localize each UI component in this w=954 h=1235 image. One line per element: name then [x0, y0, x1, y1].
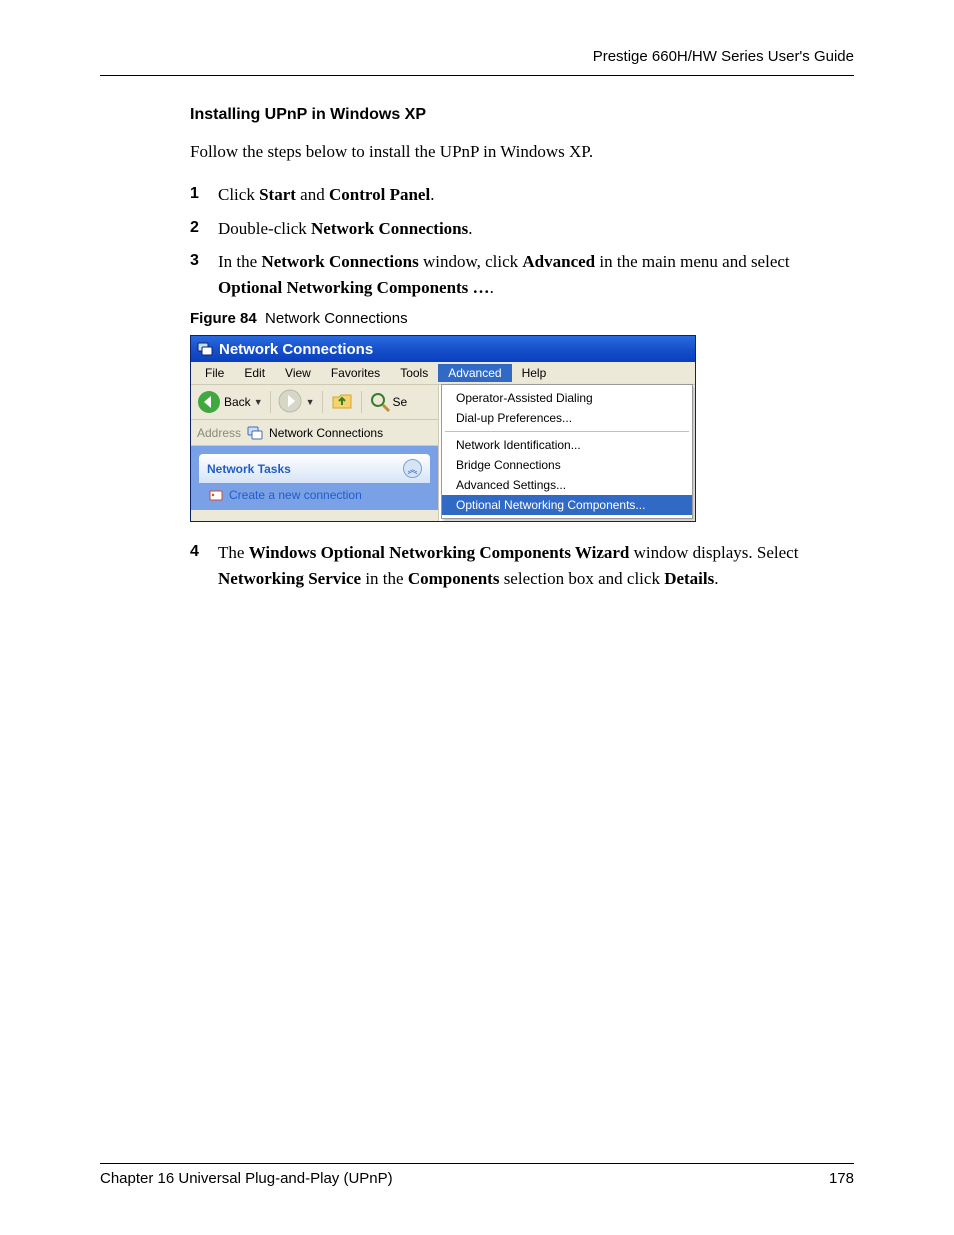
dd-dialup-prefs[interactable]: Dial-up Preferences... — [442, 408, 692, 428]
step-text: . — [714, 569, 718, 588]
collapse-chevron-icon[interactable]: ︽ — [403, 459, 422, 478]
address-value[interactable]: Network Connections — [269, 426, 383, 440]
xp-window: Network Connections File Edit View Favor… — [190, 335, 696, 522]
dd-advanced-settings[interactable]: Advanced Settings... — [442, 475, 692, 495]
xp-titlebar[interactable]: Network Connections — [191, 336, 695, 362]
page-footer: Chapter 16 Universal Plug-and-Play (UPnP… — [100, 1163, 854, 1187]
figure-title: Network Connections — [265, 310, 408, 327]
step-text: Double-click — [218, 219, 311, 238]
dd-bridge[interactable]: Bridge Connections — [442, 455, 692, 475]
figure-caption: Figure 84 Network Connections — [190, 310, 854, 327]
task-link-label: Create a new connection — [229, 488, 362, 502]
chevron-down-icon: ▼ — [254, 397, 263, 407]
section-heading: Installing UPnP in Windows XP — [190, 106, 854, 124]
menu-file[interactable]: File — [195, 364, 234, 382]
search-button[interactable]: Se — [369, 391, 408, 413]
header-title: Prestige 660H/HW Series User's Guide — [593, 48, 854, 65]
menu-tools[interactable]: Tools — [390, 364, 438, 382]
task-create-connection[interactable]: Create a new connection — [199, 483, 430, 502]
step-number: 2 — [190, 216, 199, 240]
footer-rule — [100, 1163, 854, 1164]
xp-menubar: File Edit View Favorites Tools Advanced … — [191, 362, 695, 385]
xp-task-pane: Network Tasks ︽ Create a new connection — [191, 446, 438, 510]
network-connections-icon — [247, 425, 263, 441]
dd-optional-components[interactable]: Optional Networking Components... — [442, 495, 692, 515]
step-text: . — [430, 185, 434, 204]
step-bold: Details — [664, 569, 714, 588]
dropdown-separator — [445, 431, 689, 432]
forward-button[interactable] — [278, 389, 302, 416]
task-pane-title: Network Tasks — [207, 462, 291, 476]
chevron-down-icon: ▼ — [306, 397, 315, 407]
xp-title-text: Network Connections — [219, 341, 373, 358]
menu-edit[interactable]: Edit — [234, 364, 275, 382]
step-text: . — [490, 278, 494, 297]
dd-network-id[interactable]: Network Identification... — [442, 435, 692, 455]
figure-label: Figure 84 — [190, 310, 257, 327]
step-text: window, click — [419, 252, 523, 271]
step-bold: Windows Optional Networking Components W… — [249, 543, 630, 562]
step-text: and — [296, 185, 329, 204]
step-text: Click — [218, 185, 259, 204]
step-1: 1 Click Start and Control Panel. — [190, 182, 854, 208]
step-number: 1 — [190, 182, 199, 206]
network-connections-icon — [197, 341, 213, 357]
back-arrow-icon — [197, 390, 221, 414]
up-folder-icon — [330, 389, 354, 413]
step-text: . — [468, 219, 472, 238]
menu-favorites[interactable]: Favorites — [321, 364, 390, 382]
intro-paragraph: Follow the steps below to install the UP… — [190, 142, 854, 162]
step-bold: Components — [408, 569, 500, 588]
footer-page-number: 178 — [829, 1170, 854, 1187]
up-button[interactable] — [330, 389, 354, 416]
page-header: Prestige 660H/HW Series User's Guide — [100, 48, 854, 75]
step-text: window displays. Select — [629, 543, 798, 562]
step-2: 2 Double-click Network Connections. — [190, 216, 854, 242]
address-label: Address — [197, 426, 241, 440]
xp-toolbar: Back ▼ ▼ — [191, 385, 438, 420]
new-connection-icon — [209, 488, 223, 502]
step-bold: Start — [259, 185, 296, 204]
step-text: in the — [361, 569, 408, 588]
step-bold: Network Connections — [261, 252, 418, 271]
footer-chapter: Chapter 16 Universal Plug-and-Play (UPnP… — [100, 1170, 393, 1187]
xp-left-pane: Back ▼ ▼ — [191, 385, 439, 521]
menu-view[interactable]: View — [275, 364, 321, 382]
steps-list: 1 Click Start and Control Panel. 2 Doubl… — [190, 182, 854, 300]
step-number: 3 — [190, 249, 199, 273]
step-bold: Network Connections — [311, 219, 468, 238]
menu-advanced[interactable]: Advanced — [438, 364, 511, 382]
toolbar-separator — [270, 391, 271, 413]
xp-right-pane: Operator-Assisted Dialing Dial-up Prefer… — [439, 385, 695, 521]
step-3: 3 In the Network Connections window, cli… — [190, 249, 854, 300]
advanced-dropdown: Operator-Assisted Dialing Dial-up Prefer… — [441, 384, 693, 519]
step-bold: Advanced — [522, 252, 595, 271]
toolbar-separator — [361, 391, 362, 413]
step-text: selection box and click — [499, 569, 664, 588]
forward-arrow-icon — [278, 389, 302, 413]
step-number: 4 — [190, 540, 199, 564]
step-bold: Networking Service — [218, 569, 361, 588]
step-bold: Optional Networking Components … — [218, 278, 490, 297]
step-text: In the — [218, 252, 261, 271]
search-icon — [369, 391, 391, 413]
menu-help[interactable]: Help — [512, 364, 557, 382]
search-label-cut: Se — [393, 395, 408, 409]
back-button[interactable]: Back ▼ — [197, 390, 263, 414]
back-label: Back — [224, 395, 251, 409]
task-pane-header[interactable]: Network Tasks ︽ — [199, 454, 430, 483]
step-text: The — [218, 543, 249, 562]
dd-operator-assisted[interactable]: Operator-Assisted Dialing — [442, 388, 692, 408]
steps-list-continued: 4 The Windows Optional Networking Compon… — [190, 540, 854, 591]
step-4: 4 The Windows Optional Networking Compon… — [190, 540, 854, 591]
step-bold: Control Panel — [329, 185, 430, 204]
toolbar-separator — [322, 391, 323, 413]
header-rule — [100, 75, 854, 76]
xp-address-bar: Address Network Connections — [191, 420, 438, 446]
step-text: in the main menu and select — [595, 252, 790, 271]
